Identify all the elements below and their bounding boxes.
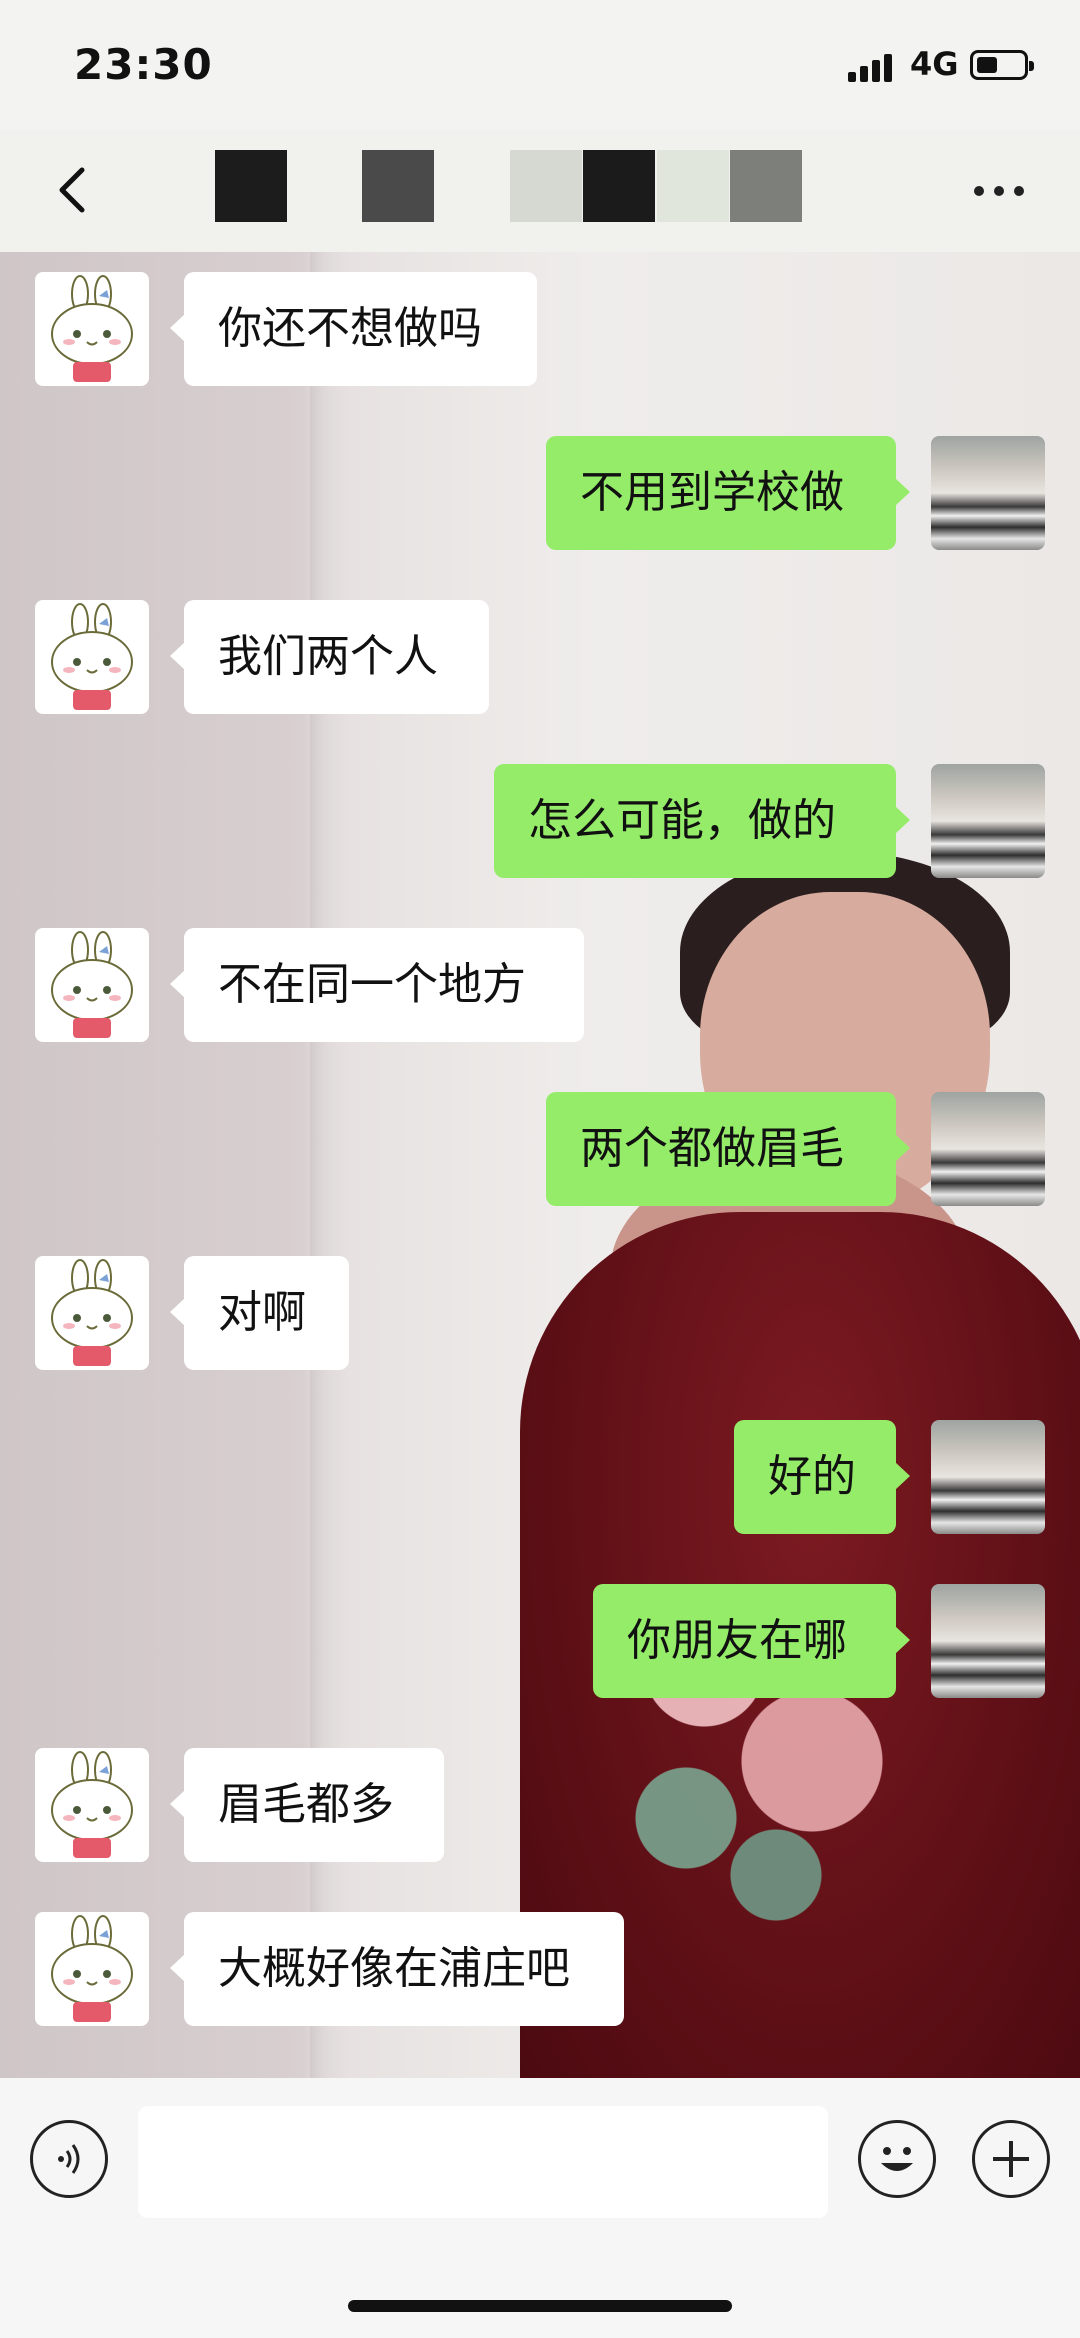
- network-type: 4G: [910, 45, 959, 83]
- incoming-message[interactable]: 不在同一个地方: [170, 928, 584, 1042]
- bubble-tail: [170, 1790, 185, 1818]
- outgoing-message[interactable]: 怎么可能，做的: [494, 764, 910, 878]
- emoji-button[interactable]: [858, 2120, 936, 2198]
- contact-avatar[interactable]: [35, 272, 149, 386]
- back-button[interactable]: [44, 160, 104, 220]
- voice-icon: [58, 2144, 80, 2174]
- contact-avatar[interactable]: [35, 1748, 149, 1862]
- message-row: 不在同一个地方: [0, 928, 1080, 1042]
- status-bar: 23:30 4G: [0, 0, 1080, 130]
- incoming-message[interactable]: 对啊: [170, 1256, 349, 1370]
- outgoing-message[interactable]: 不用到学校做: [546, 436, 910, 550]
- chat-header: [0, 130, 1080, 252]
- message-text: 你还不想做吗: [218, 303, 482, 354]
- bunny-avatar-icon: [51, 931, 133, 1038]
- message-text: 不在同一个地方: [218, 959, 526, 1010]
- message-text: 好的: [768, 1451, 856, 1502]
- bubble-tail: [895, 1626, 910, 1654]
- bubble-tail: [170, 314, 185, 342]
- contact-avatar[interactable]: [35, 600, 149, 714]
- bunny-avatar-icon: [51, 1259, 133, 1366]
- message-row: 你还不想做吗: [0, 272, 1080, 386]
- battery-icon: [970, 50, 1034, 80]
- message-text: 对啊: [218, 1287, 306, 1338]
- incoming-message[interactable]: 我们两个人: [170, 600, 489, 714]
- message-text: 大概好像在浦庄吧: [218, 1943, 570, 1994]
- bubble-tail: [170, 1298, 185, 1326]
- message-row: 你朋友在哪: [0, 1584, 1080, 1698]
- outgoing-message[interactable]: 好的: [734, 1420, 910, 1534]
- bubble-tail: [170, 970, 185, 998]
- incoming-message[interactable]: 你还不想做吗: [170, 272, 537, 386]
- outgoing-message[interactable]: 你朋友在哪: [593, 1584, 910, 1698]
- more-button[interactable]: [970, 174, 1030, 204]
- my-avatar[interactable]: [931, 1092, 1045, 1206]
- chat-title-redacted: [215, 150, 815, 230]
- my-avatar[interactable]: [931, 1420, 1045, 1534]
- bunny-avatar-icon: [51, 603, 133, 710]
- message-text: 我们两个人: [218, 631, 438, 682]
- message-row: 大概好像在浦庄吧: [0, 1912, 1080, 2026]
- my-avatar[interactable]: [931, 1584, 1045, 1698]
- bunny-avatar-icon: [51, 275, 133, 382]
- message-input[interactable]: [138, 2106, 828, 2218]
- message-text: 你朋友在哪: [627, 1615, 847, 1666]
- message-row: 两个都做眉毛: [0, 1092, 1080, 1206]
- contact-avatar[interactable]: [35, 1912, 149, 2026]
- bubble-tail: [895, 1462, 910, 1490]
- message-row: 怎么可能，做的: [0, 764, 1080, 878]
- incoming-message[interactable]: 大概好像在浦庄吧: [170, 1912, 624, 2026]
- message-text: 两个都做眉毛: [580, 1123, 844, 1174]
- voice-button[interactable]: [30, 2120, 108, 2198]
- message-row: 我们两个人: [0, 600, 1080, 714]
- plus-button[interactable]: [972, 2120, 1050, 2198]
- message-row: 眉毛都多: [0, 1748, 1080, 1862]
- message-text: 不用到学校做: [580, 467, 844, 518]
- bubble-tail: [170, 1954, 185, 1982]
- my-avatar[interactable]: [931, 436, 1045, 550]
- bunny-avatar-icon: [51, 1915, 133, 2022]
- message-text: 眉毛都多: [218, 1779, 394, 1830]
- message-text: 怎么可能，做的: [528, 795, 836, 846]
- signal-icon: [848, 52, 898, 82]
- contact-avatar[interactable]: [35, 1256, 149, 1370]
- emoji-icon: [881, 2147, 913, 2171]
- bunny-avatar-icon: [51, 1751, 133, 1858]
- bubble-tail: [895, 1134, 910, 1162]
- message-row: 不用到学校做: [0, 436, 1080, 550]
- input-bar: [0, 2078, 1080, 2338]
- outgoing-message[interactable]: 两个都做眉毛: [546, 1092, 910, 1206]
- chevron-left-icon: [59, 167, 85, 213]
- my-avatar[interactable]: [931, 764, 1045, 878]
- plus-icon: [993, 2141, 1029, 2177]
- message-row: 对啊: [0, 1256, 1080, 1370]
- status-time: 23:30: [74, 40, 213, 89]
- bubble-tail: [895, 806, 910, 834]
- contact-avatar[interactable]: [35, 928, 149, 1042]
- home-indicator: [348, 2300, 732, 2312]
- bubble-tail: [895, 478, 910, 506]
- incoming-message[interactable]: 眉毛都多: [170, 1748, 444, 1862]
- bubble-tail: [170, 642, 185, 670]
- message-row: 好的: [0, 1420, 1080, 1534]
